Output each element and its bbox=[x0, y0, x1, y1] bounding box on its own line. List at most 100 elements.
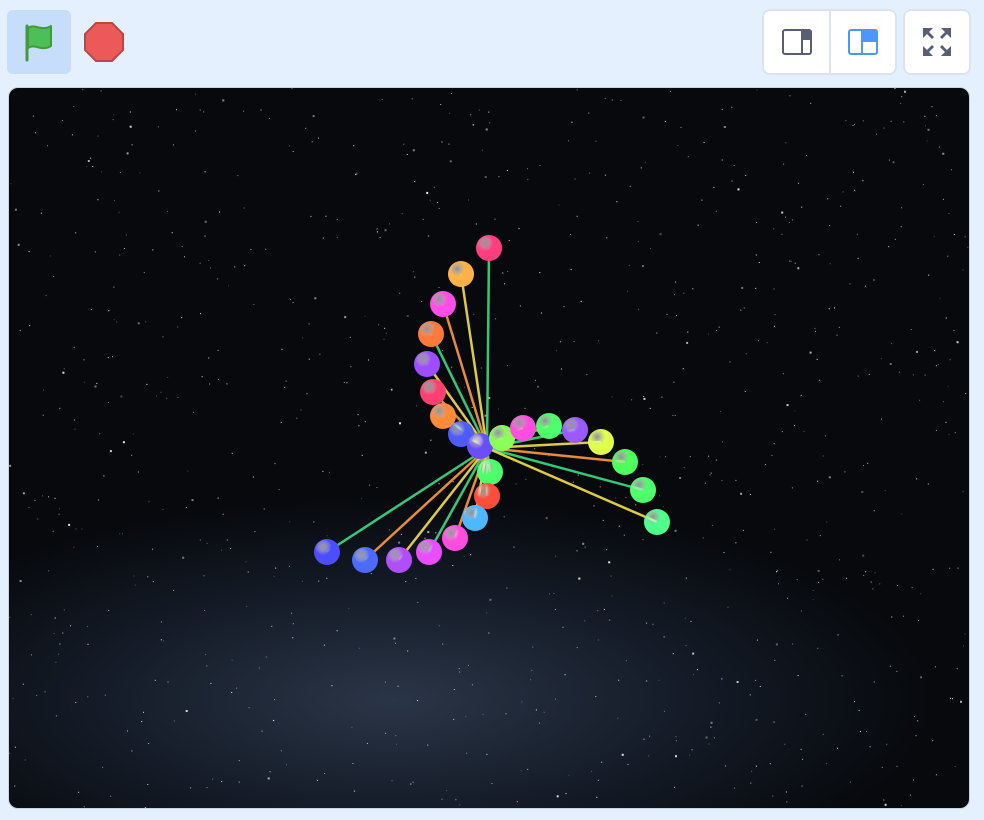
ball-sprite[interactable] bbox=[386, 547, 412, 573]
star bbox=[429, 200, 431, 202]
star bbox=[570, 269, 572, 270]
star bbox=[625, 660, 627, 662]
star bbox=[296, 417, 298, 419]
small-stage-icon bbox=[781, 29, 812, 55]
ball-sprite[interactable] bbox=[476, 235, 502, 261]
large-stage-button[interactable] bbox=[831, 11, 895, 73]
ball-sprite[interactable] bbox=[536, 413, 562, 439]
star bbox=[185, 710, 188, 712]
small-stage-button[interactable] bbox=[764, 11, 831, 73]
ball-sprite[interactable] bbox=[510, 415, 536, 441]
ball-sprite[interactable] bbox=[314, 539, 340, 565]
ball-sprite[interactable] bbox=[448, 261, 474, 287]
star bbox=[755, 287, 757, 289]
star bbox=[809, 351, 812, 354]
star bbox=[737, 188, 740, 191]
star bbox=[87, 160, 90, 162]
star bbox=[312, 115, 315, 118]
star bbox=[134, 584, 136, 586]
star bbox=[358, 425, 360, 427]
project-stage[interactable] bbox=[8, 87, 970, 809]
star bbox=[108, 310, 110, 312]
star bbox=[650, 247, 652, 249]
ball-sprite[interactable] bbox=[462, 505, 488, 531]
star bbox=[470, 114, 472, 116]
ball-sprite[interactable] bbox=[414, 351, 440, 377]
star bbox=[682, 368, 684, 370]
star bbox=[318, 137, 319, 139]
star bbox=[697, 224, 699, 226]
star bbox=[935, 115, 937, 117]
star bbox=[755, 718, 758, 721]
ball-sprite[interactable] bbox=[418, 321, 444, 347]
star bbox=[471, 684, 473, 686]
star bbox=[601, 761, 603, 763]
star bbox=[697, 669, 698, 671]
ball-sprite[interactable] bbox=[442, 525, 468, 551]
star bbox=[364, 421, 366, 423]
star bbox=[735, 479, 737, 481]
star bbox=[818, 379, 820, 381]
star bbox=[137, 471, 139, 473]
star bbox=[800, 394, 802, 396]
ball-sprite[interactable] bbox=[644, 509, 670, 535]
star bbox=[545, 517, 548, 520]
green-flag-button[interactable] bbox=[7, 10, 71, 74]
star bbox=[417, 700, 419, 702]
star bbox=[689, 456, 691, 458]
star bbox=[37, 518, 39, 520]
star bbox=[862, 554, 865, 557]
ball-sprite[interactable] bbox=[612, 449, 638, 475]
star bbox=[383, 338, 385, 340]
ball-sprite[interactable] bbox=[562, 417, 588, 443]
star bbox=[87, 696, 89, 698]
star bbox=[132, 433, 134, 435]
star bbox=[731, 106, 733, 108]
star bbox=[397, 685, 399, 687]
fullscreen-button[interactable] bbox=[903, 9, 971, 75]
star bbox=[553, 593, 555, 594]
star bbox=[796, 579, 798, 580]
star bbox=[755, 679, 756, 681]
star bbox=[12, 697, 14, 699]
star bbox=[236, 687, 238, 689]
star bbox=[100, 171, 102, 173]
star bbox=[735, 542, 737, 544]
ball-sprite[interactable] bbox=[352, 547, 378, 573]
star bbox=[527, 768, 529, 770]
stop-button[interactable] bbox=[78, 14, 130, 70]
star bbox=[269, 771, 271, 773]
ball-sprite[interactable] bbox=[420, 379, 446, 405]
star bbox=[412, 781, 414, 783]
ball-sprite[interactable] bbox=[474, 483, 500, 509]
star bbox=[424, 451, 427, 454]
star bbox=[659, 495, 660, 497]
star bbox=[458, 668, 460, 670]
ball-sprite[interactable] bbox=[477, 459, 503, 485]
star bbox=[369, 484, 371, 486]
star bbox=[326, 535, 328, 537]
star bbox=[637, 241, 639, 242]
star bbox=[478, 109, 480, 111]
star bbox=[891, 616, 893, 618]
star bbox=[598, 340, 600, 342]
star bbox=[744, 307, 746, 309]
star bbox=[773, 443, 775, 445]
star bbox=[208, 260, 210, 261]
star bbox=[288, 565, 290, 567]
star bbox=[953, 234, 955, 235]
star bbox=[794, 425, 795, 427]
star bbox=[238, 781, 240, 783]
ball-sprite[interactable] bbox=[588, 429, 614, 455]
star bbox=[322, 237, 324, 239]
star bbox=[488, 632, 490, 634]
ball-sprite[interactable] bbox=[416, 539, 442, 565]
ball-sprite[interactable] bbox=[630, 477, 656, 503]
ball-sprite[interactable] bbox=[430, 291, 456, 317]
star bbox=[867, 462, 869, 464]
star bbox=[182, 556, 185, 559]
star bbox=[611, 396, 613, 398]
star bbox=[68, 523, 71, 526]
star bbox=[292, 151, 294, 152]
star bbox=[814, 327, 816, 329]
